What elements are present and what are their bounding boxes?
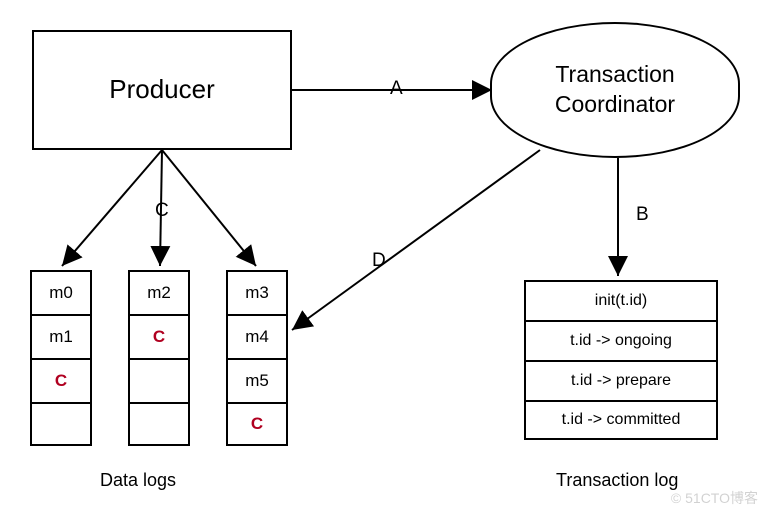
data-log-cell: m3 (226, 270, 288, 314)
data-log-col-2: m3m4m5C (226, 270, 288, 446)
edge-label-b: B (636, 204, 649, 226)
producer-label: Producer (109, 73, 215, 107)
edge-d (292, 150, 540, 330)
transaction-log-caption: Transaction log (556, 470, 678, 491)
edge-c-1 (62, 150, 162, 266)
coordinator-node: Transaction Coordinator (490, 22, 740, 158)
data-log-cell: C (128, 314, 190, 358)
data-log-cell: m0 (30, 270, 92, 314)
edge-label-a: A (390, 78, 403, 100)
transaction-log: init(t.id)t.id -> ongoingt.id -> prepare… (524, 280, 718, 440)
producer-node: Producer (32, 30, 292, 150)
data-log-col-0: m0m1C (30, 270, 92, 446)
edge-label-d: D (372, 250, 386, 272)
data-log-cell: C (30, 358, 92, 402)
edge-label-c: C (155, 200, 169, 222)
data-log-cell (30, 402, 92, 446)
data-log-cell: m1 (30, 314, 92, 358)
data-log-cell: m5 (226, 358, 288, 402)
data-log-cell: C (226, 402, 288, 446)
data-log-cell: m4 (226, 314, 288, 358)
data-log-col-1: m2C (128, 270, 190, 446)
data-log-cell (128, 402, 190, 446)
edge-c-3 (162, 150, 256, 266)
transaction-log-entry: t.id -> committed (524, 400, 718, 440)
data-log-cell: m2 (128, 270, 190, 314)
transaction-log-entry: t.id -> prepare (524, 360, 718, 400)
data-logs-caption: Data logs (100, 470, 176, 491)
watermark: © 51CTO博客 (671, 488, 758, 508)
coordinator-label: Transaction Coordinator (555, 60, 675, 120)
data-log-cell (128, 358, 190, 402)
transaction-log-entry: init(t.id) (524, 280, 718, 320)
transaction-log-entry: t.id -> ongoing (524, 320, 718, 360)
